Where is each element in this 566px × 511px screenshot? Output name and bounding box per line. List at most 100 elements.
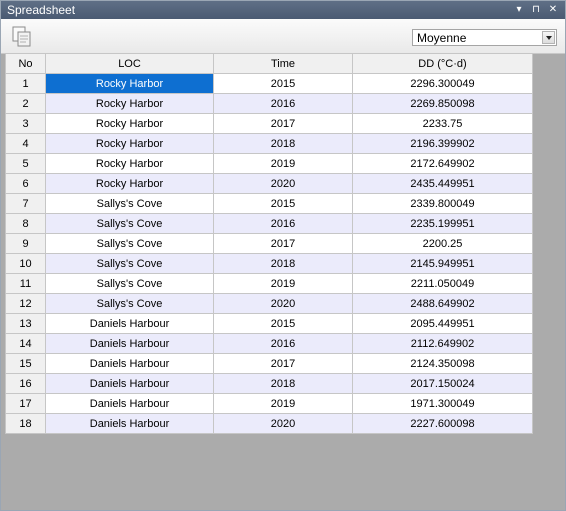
row-number-cell[interactable]: 5	[5, 153, 46, 174]
dd-cell[interactable]: 2017.150024	[352, 373, 533, 394]
loc-cell[interactable]: Sallys's Cove	[45, 213, 214, 234]
loc-cell[interactable]: Rocky Harbor	[45, 93, 214, 114]
table-row[interactable]: 16 Daniels Harbour 2018 2017.150024	[5, 373, 533, 394]
dd-cell[interactable]: 2227.600098	[352, 413, 533, 434]
time-cell[interactable]: 2017	[213, 113, 353, 134]
row-number-cell[interactable]: 18	[5, 413, 46, 434]
table-row[interactable]: 10 Sallys's Cove 2018 2145.949951	[5, 253, 533, 274]
table-row[interactable]: 15 Daniels Harbour 2017 2124.350098	[5, 353, 533, 374]
row-number-cell[interactable]: 7	[5, 193, 46, 214]
row-number-cell[interactable]: 14	[5, 333, 46, 354]
table-row[interactable]: 8 Sallys's Cove 2016 2235.199951	[5, 213, 533, 234]
close-icon[interactable]: ✕	[546, 2, 560, 17]
table-row[interactable]: 13 Daniels Harbour 2015 2095.449951	[5, 313, 533, 334]
dd-cell[interactable]: 2211.050049	[352, 273, 533, 294]
time-cell[interactable]: 2015	[213, 73, 353, 94]
row-number-cell[interactable]: 9	[5, 233, 46, 254]
time-cell[interactable]: 2017	[213, 353, 353, 374]
time-cell[interactable]: 2019	[213, 273, 353, 294]
time-cell[interactable]: 2020	[213, 293, 353, 314]
loc-cell[interactable]: Sallys's Cove	[45, 193, 214, 214]
data-grid[interactable]: No LOC Time DD (°C·d) 1 Rocky Harbor 2015 2…	[5, 53, 533, 434]
loc-cell[interactable]: Rocky Harbor	[45, 173, 214, 194]
row-number-cell[interactable]: 1	[5, 73, 46, 94]
row-number-cell[interactable]: 12	[5, 293, 46, 314]
time-cell[interactable]: 2019	[213, 393, 353, 414]
dd-cell[interactable]: 2235.199951	[352, 213, 533, 234]
column-header-time[interactable]: Time	[213, 53, 353, 74]
loc-cell[interactable]: Daniels Harbour	[45, 313, 214, 334]
table-row[interactable]: 2 Rocky Harbor 2016 2269.850098	[5, 93, 533, 114]
row-number-cell[interactable]: 16	[5, 373, 46, 394]
dd-cell[interactable]: 2200.25	[352, 233, 533, 254]
column-header-loc[interactable]: LOC	[45, 53, 214, 74]
table-row[interactable]: 3 Rocky Harbor 2017 2233.75	[5, 113, 533, 134]
loc-cell[interactable]: Daniels Harbour	[45, 333, 214, 354]
time-cell[interactable]: 2018	[213, 133, 353, 154]
time-cell[interactable]: 2020	[213, 413, 353, 434]
dd-cell[interactable]: 2145.949951	[352, 253, 533, 274]
loc-cell[interactable]: Sallys's Cove	[45, 273, 214, 294]
dd-cell[interactable]: 2196.399902	[352, 133, 533, 154]
table-row[interactable]: 7 Sallys's Cove 2015 2339.800049	[5, 193, 533, 214]
loc-cell[interactable]: Sallys's Cove	[45, 253, 214, 274]
copy-icon[interactable]	[11, 25, 33, 49]
table-row[interactable]: 12 Sallys's Cove 2020 2488.649902	[5, 293, 533, 314]
time-cell[interactable]: 2015	[213, 313, 353, 334]
loc-cell[interactable]: Daniels Harbour	[45, 353, 214, 374]
row-number-cell[interactable]: 17	[5, 393, 46, 414]
time-cell[interactable]: 2020	[213, 173, 353, 194]
column-header-dd[interactable]: DD (°C·d)	[352, 53, 533, 74]
dd-cell[interactable]: 2124.350098	[352, 353, 533, 374]
table-row[interactable]: 5 Rocky Harbor 2019 2172.649902	[5, 153, 533, 174]
loc-cell[interactable]: Rocky Harbor	[45, 133, 214, 154]
chevron-down-icon[interactable]	[542, 31, 555, 44]
window-menu-icon[interactable]: ▾	[512, 2, 526, 17]
dd-cell[interactable]: 2339.800049	[352, 193, 533, 214]
column-header-no[interactable]: No	[5, 53, 46, 74]
time-cell[interactable]: 2016	[213, 93, 353, 114]
table-row[interactable]: 14 Daniels Harbour 2016 2112.649902	[5, 333, 533, 354]
row-number-cell[interactable]: 8	[5, 213, 46, 234]
time-cell[interactable]: 2016	[213, 333, 353, 354]
loc-cell[interactable]: Daniels Harbour	[45, 393, 214, 414]
row-number-cell[interactable]: 10	[5, 253, 46, 274]
dd-cell[interactable]: 2233.75	[352, 113, 533, 134]
time-cell[interactable]: 2016	[213, 213, 353, 234]
time-cell[interactable]: 2018	[213, 373, 353, 394]
loc-cell[interactable]: Rocky Harbor	[45, 73, 214, 94]
time-cell[interactable]: 2019	[213, 153, 353, 174]
table-row[interactable]: 6 Rocky Harbor 2020 2435.449951	[5, 173, 533, 194]
dd-cell[interactable]: 2488.649902	[352, 293, 533, 314]
table-row[interactable]: 1 Rocky Harbor 2015 2296.300049	[5, 73, 533, 94]
table-row[interactable]: 18 Daniels Harbour 2020 2227.600098	[5, 413, 533, 434]
dd-cell[interactable]: 2095.449951	[352, 313, 533, 334]
table-row[interactable]: 11 Sallys's Cove 2019 2211.050049	[5, 273, 533, 294]
row-number-cell[interactable]: 3	[5, 113, 46, 134]
row-number-cell[interactable]: 2	[5, 93, 46, 114]
time-cell[interactable]: 2018	[213, 253, 353, 274]
row-number-cell[interactable]: 13	[5, 313, 46, 334]
statistic-select[interactable]: Moyenne	[412, 29, 557, 46]
title-bar[interactable]: Spreadsheet ▾ ⊓ ✕	[1, 1, 565, 19]
dd-cell[interactable]: 2172.649902	[352, 153, 533, 174]
loc-cell[interactable]: Rocky Harbor	[45, 153, 214, 174]
loc-cell[interactable]: Daniels Harbour	[45, 413, 214, 434]
dd-cell[interactable]: 2435.449951	[352, 173, 533, 194]
row-number-cell[interactable]: 6	[5, 173, 46, 194]
dd-cell[interactable]: 1971.300049	[352, 393, 533, 414]
time-cell[interactable]: 2015	[213, 193, 353, 214]
row-number-cell[interactable]: 11	[5, 273, 46, 294]
dd-cell[interactable]: 2296.300049	[352, 73, 533, 94]
dd-cell[interactable]: 2269.850098	[352, 93, 533, 114]
row-number-cell[interactable]: 15	[5, 353, 46, 374]
pin-icon[interactable]: ⊓	[529, 2, 543, 17]
row-number-cell[interactable]: 4	[5, 133, 46, 154]
loc-cell[interactable]: Sallys's Cove	[45, 233, 214, 254]
dd-cell[interactable]: 2112.649902	[352, 333, 533, 354]
table-row[interactable]: 4 Rocky Harbor 2018 2196.399902	[5, 133, 533, 154]
loc-cell[interactable]: Sallys's Cove	[45, 293, 214, 314]
loc-cell[interactable]: Daniels Harbour	[45, 373, 214, 394]
table-row[interactable]: 9 Sallys's Cove 2017 2200.25	[5, 233, 533, 254]
table-row[interactable]: 17 Daniels Harbour 2019 1971.300049	[5, 393, 533, 414]
